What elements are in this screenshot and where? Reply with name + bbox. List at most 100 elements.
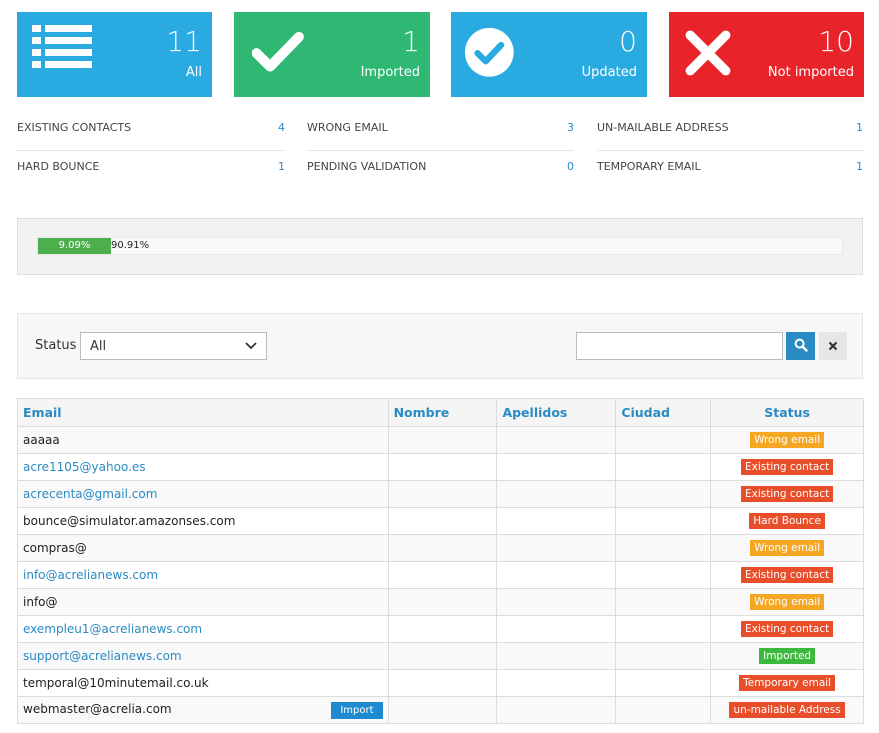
stat-card-all[interactable]: 11 All <box>17 12 212 97</box>
column-header-ciudad[interactable]: Ciudad <box>615 398 712 427</box>
nombre-cell <box>387 453 498 481</box>
table-row: compras@ Wrong email <box>17 534 864 562</box>
close-icon <box>828 341 838 350</box>
summary-name: EXISTING CONTACTS <box>17 121 132 134</box>
summary-column-2: WRONG EMAIL 3 PENDING VALIDATION 0 <box>307 112 574 190</box>
nombre-cell <box>387 561 498 589</box>
status-cell: Temporary email <box>710 669 864 697</box>
nombre-cell <box>387 426 498 454</box>
email-text[interactable]: exempleu1@acrelianews.com <box>23 622 202 636</box>
status-cell: Imported <box>710 642 864 670</box>
summary-value[interactable]: 1 <box>856 160 863 173</box>
summary-name: TEMPORARY EMAIL <box>597 160 701 173</box>
search-icon <box>794 338 808 352</box>
summary-value[interactable]: 4 <box>278 121 285 134</box>
email-text[interactable]: acre1105@yahoo.es <box>23 460 146 474</box>
summary-row: TEMPORARY EMAIL 1 <box>597 151 863 190</box>
stat-card-imported[interactable]: 1 Imported <box>234 12 430 97</box>
status-badge: Imported <box>759 648 816 664</box>
email-text: info@ <box>23 595 58 609</box>
email-text[interactable]: acrecenta@gmail.com <box>23 487 157 501</box>
email-cell: compras@ <box>17 534 389 562</box>
status-filter-label: Status <box>35 338 77 353</box>
ciudad-cell <box>615 696 712 724</box>
summary-name: WRONG EMAIL <box>307 121 388 134</box>
apellidos-cell <box>496 561 617 589</box>
nombre-cell <box>387 507 498 535</box>
stat-card-updated[interactable]: 0 Updated <box>451 12 647 97</box>
status-cell: Existing contact <box>710 453 864 481</box>
summary-row: PENDING VALIDATION 0 <box>307 151 574 190</box>
email-text[interactable]: info@acrelianews.com <box>23 568 158 582</box>
status-cell: Existing contact <box>710 561 864 589</box>
email-cell[interactable]: exempleu1@acrelianews.com <box>17 615 389 643</box>
email-cell[interactable]: acrecenta@gmail.com <box>17 480 389 508</box>
summary-row: UN-MAILABLE ADDRESS 1 <box>597 112 863 151</box>
search-button[interactable] <box>786 332 815 360</box>
ciudad-cell <box>615 480 712 508</box>
email-cell: bounce@simulator.amazonses.com <box>17 507 389 535</box>
table-row: info@acrelianews.com Existing contact <box>17 561 864 589</box>
apellidos-cell <box>496 453 617 481</box>
stat-label: All <box>185 65 202 80</box>
stat-count: 1 <box>402 25 420 58</box>
summary-value[interactable]: 3 <box>567 121 574 134</box>
email-cell[interactable]: acre1105@yahoo.es <box>17 453 389 481</box>
email-cell[interactable]: info@acrelianews.com <box>17 561 389 589</box>
summary-column-1: EXISTING CONTACTS 4 HARD BOUNCE 1 <box>17 112 285 190</box>
search-input[interactable] <box>576 332 783 360</box>
column-header-apellidos[interactable]: Apellidos <box>496 398 617 427</box>
check-icon <box>252 31 304 72</box>
email-cell[interactable]: support@acrelianews.com <box>17 642 389 670</box>
summary-value[interactable]: 0 <box>567 160 574 173</box>
summary-value[interactable]: 1 <box>278 160 285 173</box>
status-badge: Wrong email <box>750 432 825 448</box>
status-badge: un-mailable Address <box>729 702 845 718</box>
apellidos-cell <box>496 642 617 670</box>
apellidos-cell <box>496 426 617 454</box>
x-icon <box>685 30 731 76</box>
table-row: webmaster@acrelia.com Import un-mailable A… <box>17 696 864 724</box>
status-badge: Temporary email <box>739 675 836 691</box>
column-header-status[interactable]: Status <box>710 398 864 427</box>
clear-search-button[interactable] <box>819 332 847 360</box>
summary-value[interactable]: 1 <box>856 121 863 134</box>
status-cell: Existing contact <box>710 615 864 643</box>
filter-bar: Status All <box>17 313 863 379</box>
table-row: temporal@10minutemail.co.uk Temporary ema… <box>17 669 864 697</box>
nombre-cell <box>387 642 498 670</box>
apellidos-cell <box>496 480 617 508</box>
ciudad-cell <box>615 426 712 454</box>
column-header-email[interactable]: Email <box>17 398 389 427</box>
nombre-cell <box>387 696 498 724</box>
column-header-nombre[interactable]: Nombre <box>387 398 498 427</box>
check-circle-icon <box>464 27 514 77</box>
email-cell: aaaaa <box>17 426 389 454</box>
table-body: aaaaa Wrong email acre1105@yahoo.es Existin… <box>17 426 864 724</box>
stat-label: Updated <box>581 65 637 80</box>
email-text: bounce@simulator.amazonses.com <box>23 514 236 528</box>
status-cell: Wrong email <box>710 588 864 616</box>
apellidos-cell <box>496 507 617 535</box>
import-button[interactable]: Import <box>331 701 383 719</box>
table-row: acrecenta@gmail.com Existing contact <box>17 480 864 508</box>
table-row: exempleu1@acrelianews.com Existing contac… <box>17 615 864 643</box>
status-cell: Wrong email <box>710 534 864 562</box>
stat-card-not-imported[interactable]: 10 Not imported <box>669 12 864 97</box>
email-text[interactable]: support@acrelianews.com <box>23 649 182 663</box>
status-badge: Existing contact <box>740 486 834 502</box>
summary-row: WRONG EMAIL 3 <box>307 112 574 151</box>
status-cell: Hard Bounce <box>710 507 864 535</box>
progress-fill: 9.09% <box>38 238 111 254</box>
contacts-table: Email Nombre Apellidos Ciudad Status aaa… <box>17 398 864 724</box>
summary-name: UN-MAILABLE ADDRESS <box>597 121 729 134</box>
ciudad-cell <box>615 615 712 643</box>
status-select[interactable]: All <box>80 332 267 360</box>
progress-remaining: 90.91% <box>111 240 150 251</box>
list-icon <box>32 25 92 68</box>
stat-count: 11 <box>166 25 202 58</box>
chevron-down-icon <box>245 342 257 350</box>
nombre-cell <box>387 480 498 508</box>
ciudad-cell <box>615 642 712 670</box>
summary-row: HARD BOUNCE 1 <box>17 151 285 190</box>
